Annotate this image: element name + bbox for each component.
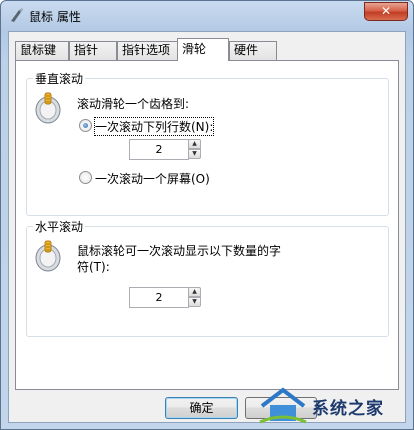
- dialog-body: 鼠标键 指针 指针选项 滑轮 硬件 垂直滚动 滚动滑轮一个齿格到: 一次滚动下列…: [8, 31, 406, 423]
- app-icon: [11, 8, 23, 22]
- spin-down-icon[interactable]: ▼: [188, 297, 201, 307]
- horizontal-scroll-prompt-line2: 符(T):: [77, 260, 110, 274]
- tab-label: 指针选项: [122, 43, 171, 57]
- mouse-wheel-icon: [35, 240, 61, 272]
- watermark-text: 系统之家: [312, 399, 384, 419]
- tab-pointers[interactable]: 指针: [69, 41, 117, 60]
- lines-radio-label[interactable]: 一次滚动下列行数(N):: [93, 117, 215, 136]
- close-button[interactable]: ✕: [364, 2, 408, 21]
- screen-radio-label[interactable]: 一次滚动一个屏幕(O): [95, 170, 210, 187]
- wheel-tab-panel: 垂直滚动 滚动滑轮一个齿格到: 一次滚动下列行数(N): ▲ ▼: [15, 60, 399, 390]
- spin-down-icon[interactable]: ▼: [188, 149, 201, 159]
- vertical-scrolling-group: 垂直滚动 滚动滑轮一个齿格到: 一次滚动下列行数(N): ▲ ▼: [26, 70, 389, 216]
- stepper-arrows: ▲ ▼: [188, 287, 201, 308]
- lines-radio[interactable]: [79, 119, 92, 132]
- mouse-wheel-icon: [35, 92, 61, 124]
- tab-label: 鼠标键: [20, 43, 57, 57]
- tab-label: 指针: [74, 43, 99, 57]
- screen-radio[interactable]: [79, 171, 92, 184]
- lines-stepper[interactable]: ▲ ▼: [129, 139, 201, 160]
- chars-input[interactable]: [129, 287, 189, 308]
- stepper-arrows: ▲ ▼: [188, 139, 201, 160]
- tab-wheel[interactable]: 滑轮: [177, 38, 229, 61]
- spin-up-icon[interactable]: ▲: [188, 287, 201, 297]
- ok-button[interactable]: 确定: [165, 397, 238, 419]
- watermark: 系统之家: [240, 382, 414, 430]
- window-title: 鼠标 属性: [29, 10, 81, 24]
- horizontal-scrolling-group: 水平滚动 鼠标滚轮可一次滚动显示以下数量的字 符(T): ▲ ▼: [26, 218, 389, 337]
- lines-input[interactable]: [129, 139, 189, 160]
- tab-pointer-options[interactable]: 指针选项: [117, 41, 179, 60]
- house-logo-icon: [259, 387, 307, 424]
- vertical-scrolling-title: 垂直滚动: [33, 70, 86, 87]
- horizontal-scrolling-title: 水平滚动: [33, 218, 86, 235]
- title-bar[interactable]: 鼠标 属性 ✕: [1, 1, 413, 31]
- spin-up-icon[interactable]: ▲: [188, 139, 201, 149]
- tab-mouse-buttons[interactable]: 鼠标键: [15, 41, 69, 60]
- close-icon: ✕: [380, 4, 392, 18]
- horizontal-scroll-prompt-line1: 鼠标滚轮可一次滚动显示以下数量的字: [77, 244, 282, 258]
- chars-stepper[interactable]: ▲ ▼: [129, 287, 201, 308]
- tab-label: 滑轮: [182, 42, 207, 56]
- tab-label: 硬件: [234, 43, 259, 57]
- mouse-properties-window: 鼠标 属性 ✕ 鼠标键 指针 指针选项 滑轮 硬件 垂直滚动 滚动滑轮一个齿格到…: [0, 0, 414, 430]
- tab-hardware[interactable]: 硬件: [229, 41, 277, 60]
- vertical-scroll-prompt: 滚动滑轮一个齿格到:: [77, 97, 190, 111]
